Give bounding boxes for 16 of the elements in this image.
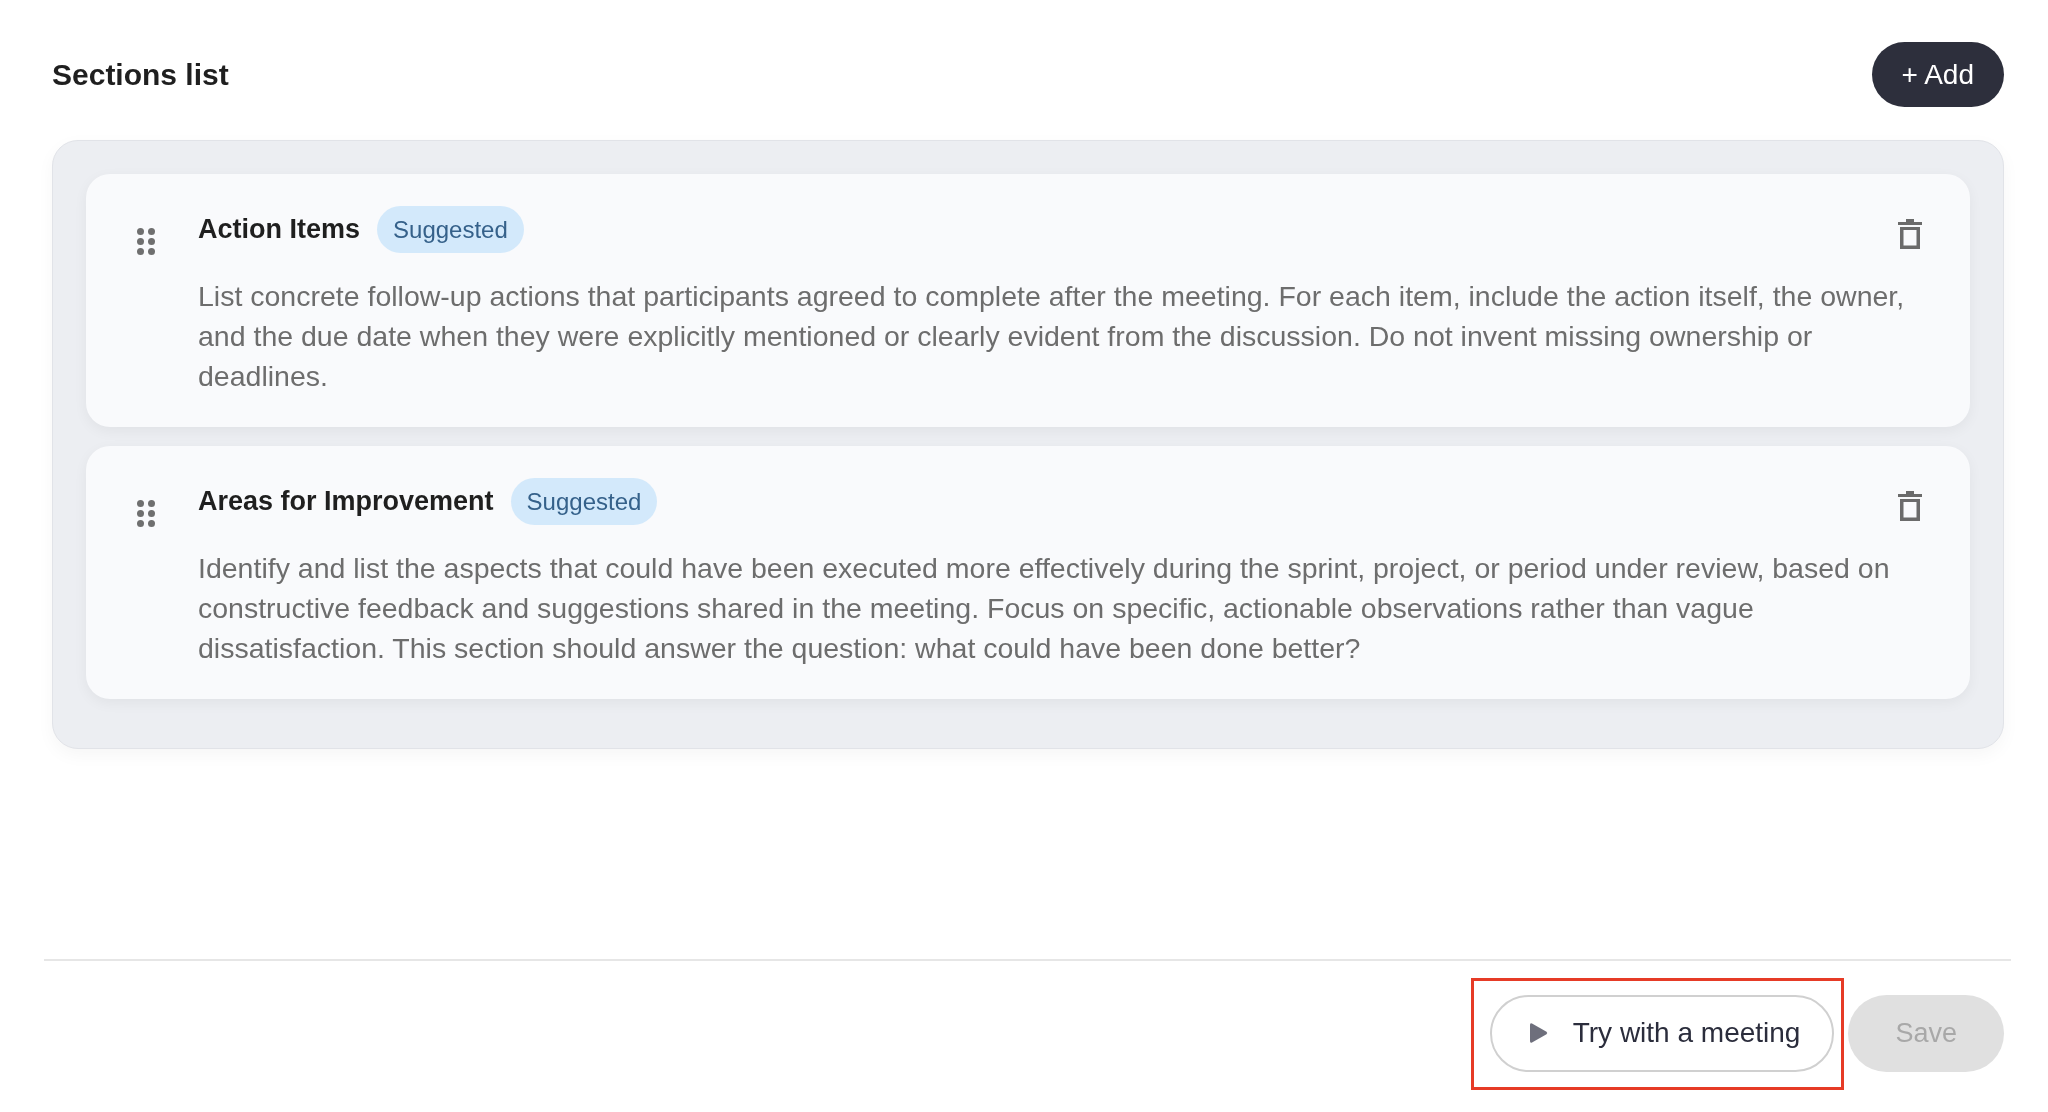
trash-icon [1898,218,1922,249]
section-title: Action Items [198,216,361,243]
trash-icon [1898,490,1922,521]
drag-handle-icon[interactable] [137,228,155,255]
drag-handle-icon[interactable] [137,500,155,527]
section-description: Identify and list the aspects that could have been executed more effectively during the sprint, project, or period under review, based on constructive feedback and suggestions shared in the meeting. Focus on specific, actionable observations rather than vague dissatisfaction. This section should answer the question: what could have been done better? [198,551,1891,666]
play-icon [1529,1022,1548,1044]
suggested-badge: Suggested [377,206,524,253]
page-title: Sections list [52,59,229,90]
suggested-badge: Suggested [510,478,658,525]
section-description: List concrete follow-up actions that participants agreed to complete after the meeting. For each item, include the action itself, the owner, and the due date when they were explicitly mentioned or clearly evident from the discussion. Do not invent missing ownership or deadlines. [198,279,1906,394]
delete-button[interactable] [1898,218,1922,249]
section-title: Areas for Improvement [198,488,494,515]
try-meeting-button[interactable]: Try with a meeting [1489,994,1835,1072]
delete-button[interactable] [1898,490,1922,521]
add-button[interactable]: + Add [1871,42,2004,107]
